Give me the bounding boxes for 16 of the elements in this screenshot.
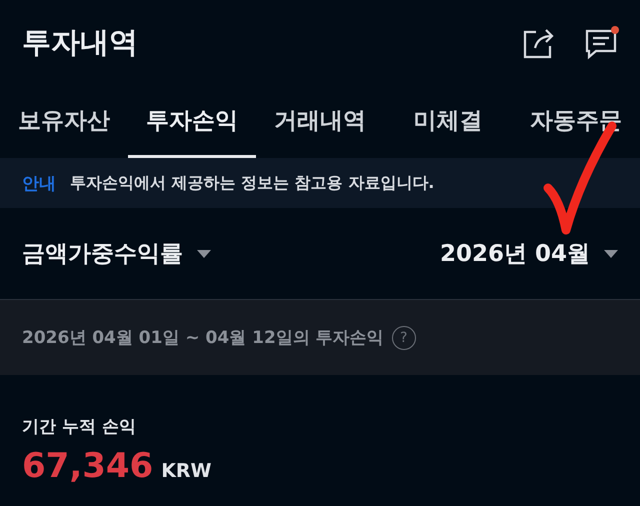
profit-value: 67,346	[22, 446, 154, 486]
month-dropdown[interactable]: 2026년 04월	[440, 238, 618, 269]
caret-icon	[197, 250, 211, 258]
tab[interactable]: 보유자산	[0, 85, 128, 158]
tab[interactable]: 자동주문	[512, 85, 640, 158]
period-text: 2026년 04월 01일 ~ 04월 12일의 투자손익	[22, 327, 384, 349]
metric-dropdown[interactable]: 금액가중수익률	[22, 238, 211, 269]
caret-icon	[604, 250, 618, 258]
tab[interactable]: 미체결	[384, 85, 512, 158]
notice-tag: 안내	[22, 172, 56, 194]
tab[interactable]: 거래내역	[256, 85, 384, 158]
summary-label: 기간 누적 손익	[22, 416, 137, 438]
help-button[interactable]: ?	[392, 326, 416, 350]
page-title: 투자내역	[22, 24, 138, 60]
currency-unit: KRW	[161, 460, 212, 482]
notice-text: 투자손익에서 제공하는 정보는 참고용 자료입니다.	[70, 172, 434, 194]
